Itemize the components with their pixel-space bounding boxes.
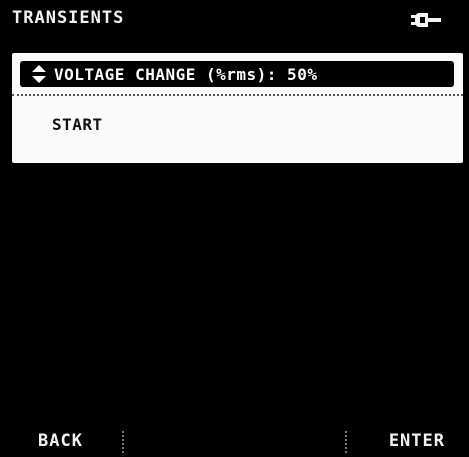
start-item[interactable]: START [52, 115, 103, 134]
softkey-bar: BACK ENTER [0, 417, 469, 457]
softkey-divider [122, 431, 126, 453]
voltage-change-item[interactable]: VOLTAGE CHANGE (%rms): 50% [20, 61, 454, 87]
softkey-divider [345, 431, 349, 453]
plug-icon [411, 13, 441, 27]
enter-softkey[interactable]: ENTER [389, 431, 445, 451]
voltage-change-label: VOLTAGE CHANGE (%rms): 50% [54, 64, 318, 84]
menu-divider [12, 94, 463, 96]
menu-panel: VOLTAGE CHANGE (%rms): 50% START [12, 53, 463, 163]
transients-screen: TRANSIENTS VOLTAGE CHANGE (%rms): 50% ST… [0, 0, 469, 457]
back-softkey[interactable]: BACK [38, 431, 83, 451]
header-bar: TRANSIENTS [0, 0, 469, 40]
up-down-icon [32, 65, 46, 83]
screen-title: TRANSIENTS [12, 8, 125, 28]
